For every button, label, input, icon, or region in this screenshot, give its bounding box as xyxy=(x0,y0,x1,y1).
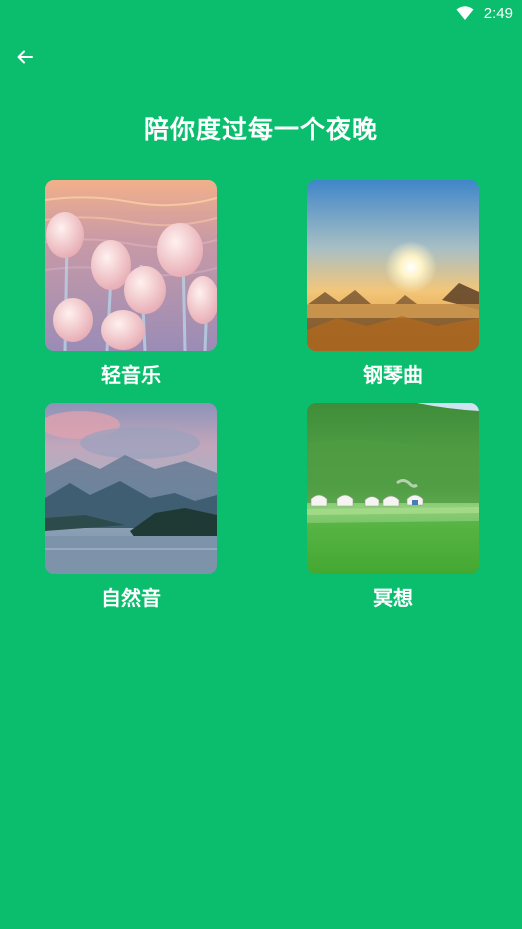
category-card-piano[interactable]: 钢琴曲 xyxy=(307,180,479,388)
wifi-icon xyxy=(456,6,474,20)
back-button[interactable] xyxy=(12,44,38,70)
sunrise-mountains-image xyxy=(307,180,479,351)
arrow-left-icon xyxy=(17,50,33,64)
grassland-yurts-image xyxy=(307,403,479,574)
category-label: 冥想 xyxy=(373,586,413,610)
page-title: 陪你度过每一个夜晚 xyxy=(143,115,378,144)
status-bar: 2:49 xyxy=(0,0,522,28)
category-label: 自然音 xyxy=(101,586,161,610)
category-label: 轻音乐 xyxy=(101,363,161,387)
category-card-nature-sounds[interactable]: 自然音 xyxy=(45,403,217,611)
category-card-meditation[interactable]: 冥想 xyxy=(307,403,479,611)
status-time: 2:49 xyxy=(483,5,513,22)
category-label: 钢琴曲 xyxy=(363,363,423,387)
lake-mountains-image xyxy=(45,403,217,574)
category-card-light-music[interactable]: 轻音乐 xyxy=(45,180,217,388)
tulip-lake-image xyxy=(45,180,217,351)
